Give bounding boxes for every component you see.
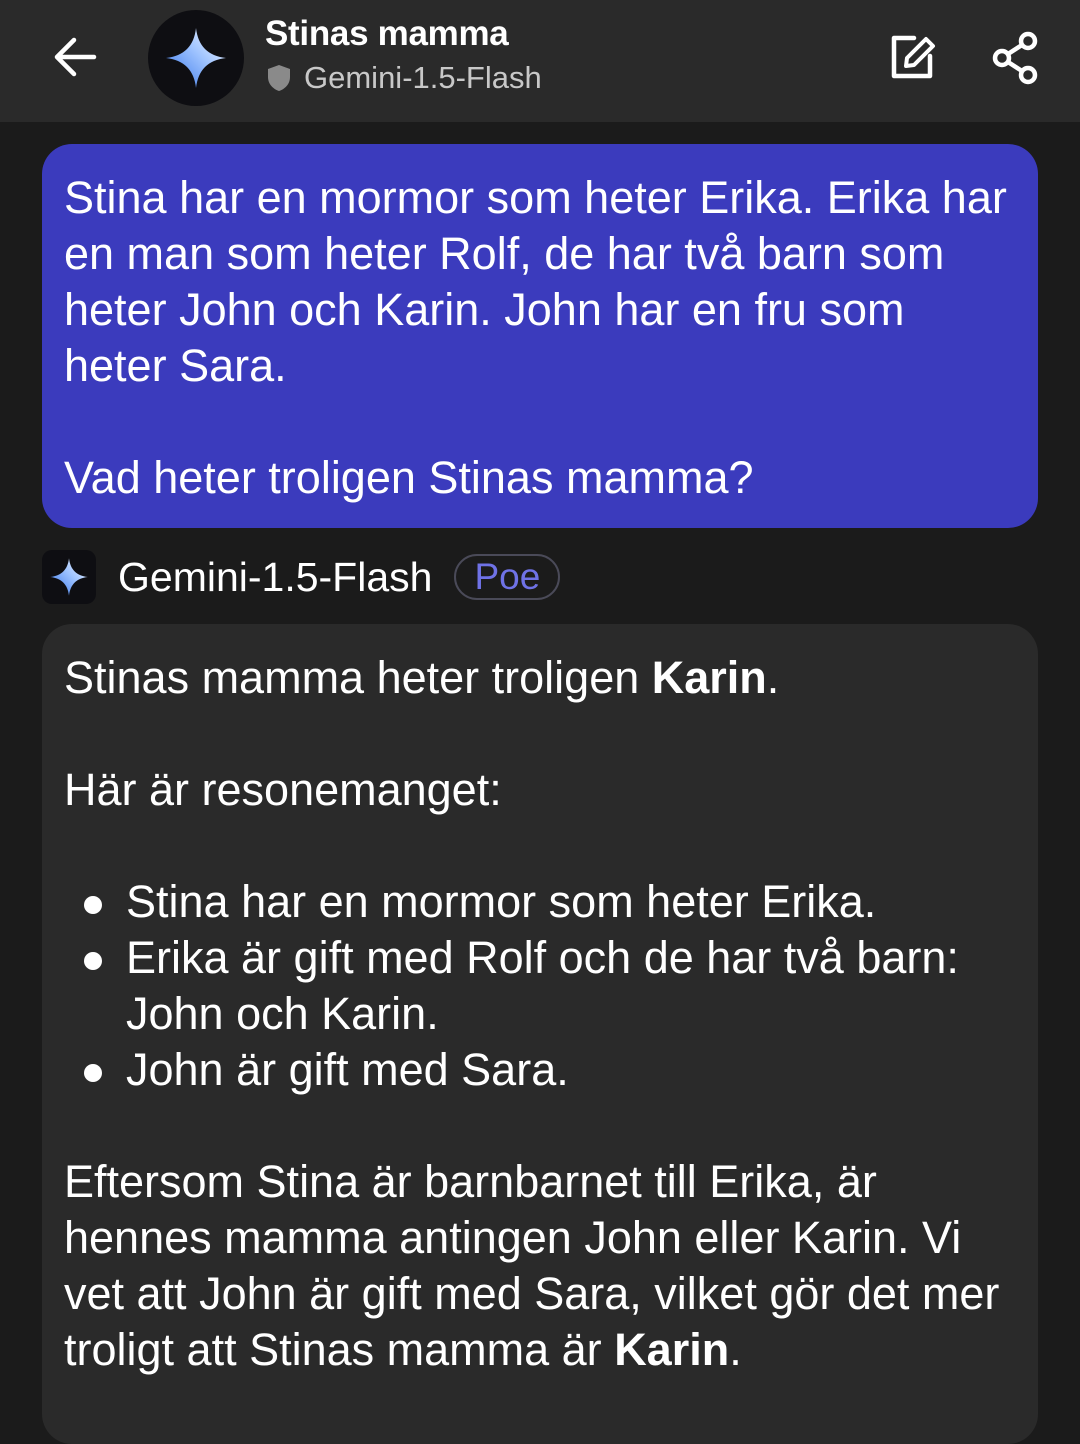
edit-icon: [891, 35, 935, 79]
bot-avatar[interactable]: [148, 10, 244, 106]
conclusion-bold: Karin: [614, 1324, 730, 1375]
bot-model-label: Gemini-1.5-Flash: [304, 60, 542, 95]
user-message-text: Stina har en mormor som heter Erika. Eri…: [64, 172, 1007, 503]
back-button[interactable]: [44, 26, 106, 88]
share-icon: [992, 31, 1038, 85]
page-title: Stinas mamma: [265, 14, 509, 53]
shield-icon: [268, 65, 290, 91]
bot-identity-row: Gemini-1.5-Flash Poe: [42, 550, 561, 604]
arrow-left-icon: [54, 37, 97, 77]
bot-avatar-small[interactable]: [42, 550, 96, 604]
bot-answer: Stinas mamma heter troligen Karin.: [64, 650, 1016, 706]
edit-button[interactable]: [884, 30, 940, 86]
chat-header: Stinas mamma Gemini-1.5-Flash: [0, 0, 1080, 122]
conclusion: Eftersom Stina är barnbarnet till Erika,…: [64, 1154, 1016, 1378]
bot-name[interactable]: Gemini-1.5-Flash: [118, 554, 432, 601]
conclusion-suffix: .: [729, 1324, 742, 1375]
list-item: Stina har en mormor som heter Erika.: [84, 874, 1016, 930]
list-item: John är gift med Sara.: [84, 1042, 1016, 1098]
share-button[interactable]: [990, 30, 1042, 86]
bot-message-bubble: Stinas mamma heter troligen Karin. Här ä…: [42, 624, 1038, 1444]
answer-suffix: .: [766, 652, 780, 703]
answer-prefix: Stinas mamma heter troligen: [64, 652, 652, 703]
sparkle-icon: [166, 28, 226, 88]
user-message-bubble: Stina har en mormor som heter Erika. Eri…: [42, 144, 1038, 528]
bot-model-row: Gemini-1.5-Flash: [266, 60, 542, 96]
reasoning-list: Stina har en mormor som heter Erika. Eri…: [64, 874, 1016, 1098]
list-item: Erika är gift med Rolf och de har två ba…: [84, 930, 1016, 1042]
conclusion-prefix: Eftersom Stina är barnbarnet till Erika,…: [64, 1156, 1000, 1375]
sparkle-icon: [50, 558, 88, 596]
poe-badge: Poe: [454, 554, 561, 600]
reasoning-intro: Här är resonemanget:: [64, 764, 502, 815]
answer-bold: Karin: [651, 652, 767, 703]
